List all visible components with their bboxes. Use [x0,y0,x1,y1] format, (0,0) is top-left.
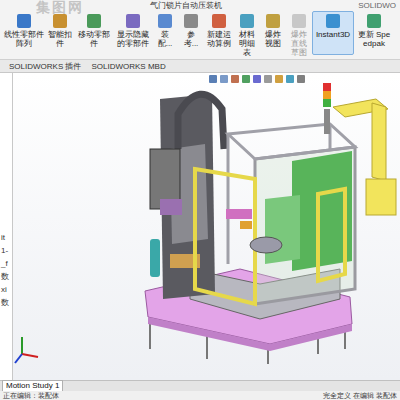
status-right: 完全定义 在编辑 装配体 [323,392,397,399]
scene-icon[interactable] [286,75,294,83]
feature-tree: it 1- _f 数 xi 数 [0,73,13,380]
command-icon [87,14,101,28]
toolbar-button[interactable]: 装配... [152,11,178,55]
tree-item[interactable]: 数 [0,298,12,308]
command-icon [367,14,381,28]
status-left: 正在编辑：装配体 [3,392,59,399]
command-icon [266,14,280,28]
watermark: 集图网 [36,0,84,14]
toolbar-label: 爆炸直线草图 [288,30,310,57]
toolbar-button[interactable]: 爆炸视图 [260,11,286,55]
zoom-area-icon[interactable] [220,75,228,83]
command-icon [158,14,172,28]
tree-item[interactable]: xi [0,285,12,295]
toolbar-label: 显示隐藏的零部件 [116,30,150,48]
toolbar-button[interactable]: 移动零部件 [74,11,114,55]
motion-tab-bar: Motion Study 1 [0,380,400,391]
command-icon [240,14,254,28]
command-icon [53,14,67,28]
section-icon[interactable] [231,75,239,83]
toolbar-label: 更新 Speedpak [356,30,392,48]
tree-item[interactable]: it [0,233,12,243]
app-name: SOLIDWO [358,2,396,10]
toolbar-button[interactable]: 智能扣件 [46,11,74,55]
command-tab[interactable]: SOLIDWORKS 插件 [6,61,84,72]
toolbar-label: 智能扣件 [48,30,72,48]
toolbar-button[interactable]: 材料明细表 [234,11,260,58]
command-icon [126,14,140,28]
monitor-icon[interactable] [297,75,305,83]
command-tab[interactable]: SOLIDWORKS MBD [88,61,168,72]
toolbar-label: 材料明细表 [236,30,258,57]
window-title: 气门锁片自动压装机 [150,2,358,10]
appearance-icon[interactable] [275,75,283,83]
command-icon [184,14,198,28]
toolbar-label: 装配... [154,30,176,48]
toolbar-button[interactable]: 爆炸直线草图 [286,11,312,58]
toolbar-button[interactable]: 新建运动算例 [204,11,234,55]
command-icon [17,14,31,28]
machine-model[interactable] [13,73,400,380]
command-icon [326,14,340,28]
hide-show-icon[interactable] [264,75,272,83]
motion-study-tab[interactable]: Motion Study 1 [2,380,63,391]
command-icon [292,14,306,28]
toolbar-label: 线性零部件阵列 [4,30,44,48]
toolbar-button[interactable]: 更新 Speedpak [354,11,394,55]
tree-item[interactable]: 1- [0,246,12,256]
toolbar-button[interactable]: Instant3D [312,11,354,55]
toolbar-label: Instant3D [316,30,350,39]
toolbar-label: 参考... [180,30,202,48]
command-toolbar: 线性零部件阵列智能扣件移动零部件显示隐藏的零部件装配...参考...新建运动算例… [0,11,400,60]
toolbar-label: 移动零部件 [76,30,112,48]
toolbar-button[interactable]: 参考... [178,11,204,55]
display-style-icon[interactable] [253,75,261,83]
command-tabs: SOLIDWORKS 插件 SOLIDWORKS MBD [0,60,400,73]
tree-item[interactable]: 数 [0,272,12,282]
toolbar-label: 新建运动算例 [206,30,232,48]
view-orient-icon[interactable] [242,75,250,83]
zoom-icon[interactable] [209,75,217,83]
graphics-area[interactable] [13,73,400,380]
tree-item[interactable]: _f [0,259,12,269]
toolbar-label: 爆炸视图 [262,30,284,48]
status-bar: 正在编辑：装配体 完全定义 在编辑 装配体 [0,391,400,400]
command-icon [212,14,226,28]
toolbar-button[interactable]: 显示隐藏的零部件 [114,11,152,55]
toolbar-button[interactable]: 线性零部件阵列 [2,11,46,55]
view-toolbar[interactable] [209,75,305,83]
